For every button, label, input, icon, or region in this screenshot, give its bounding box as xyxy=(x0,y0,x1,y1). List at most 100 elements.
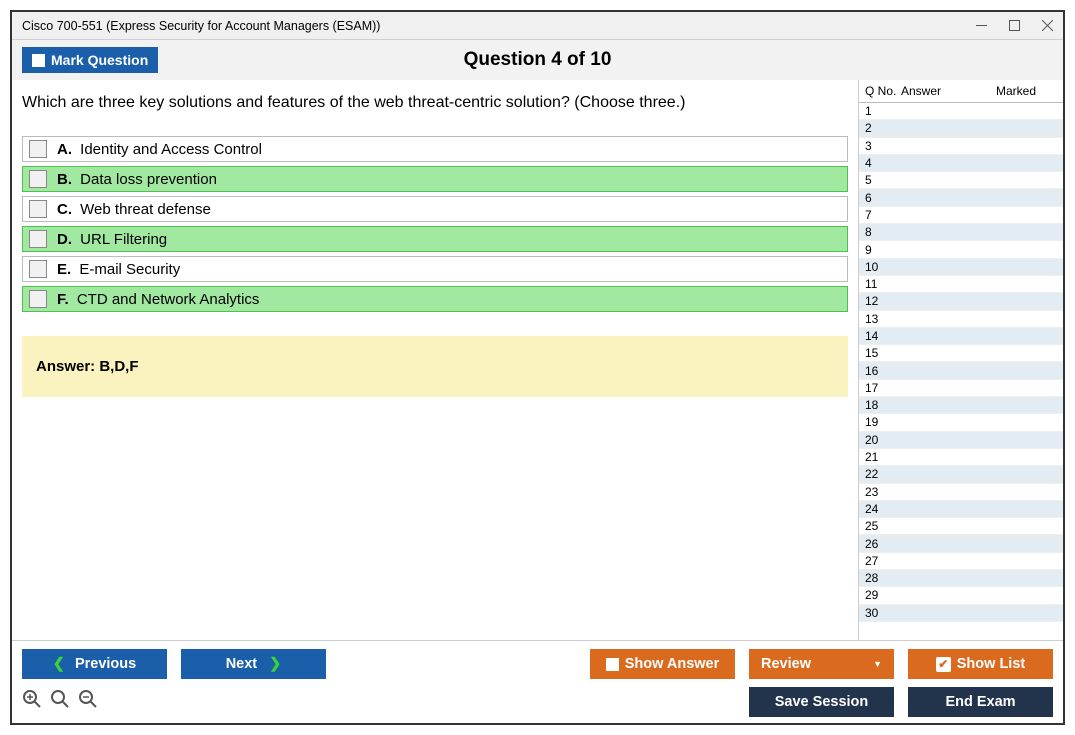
question-list-body[interactable]: 1234567891011121314151617181920212223242… xyxy=(859,103,1063,640)
option-text: A. Identity and Access Control xyxy=(57,141,262,158)
mark-question-button[interactable]: Mark Question xyxy=(22,47,158,73)
question-number: 17 xyxy=(859,381,901,395)
review-label: Review xyxy=(761,656,811,672)
question-list-row[interactable]: 1 xyxy=(859,103,1063,120)
question-list-row[interactable]: 13 xyxy=(859,311,1063,328)
option-checkbox[interactable] xyxy=(29,260,47,278)
window-controls xyxy=(976,20,1053,31)
show-list-button[interactable]: ✔ Show List xyxy=(908,649,1053,679)
question-number: 1 xyxy=(859,104,901,118)
zoom-in-icon[interactable] xyxy=(22,689,42,715)
question-list-row[interactable]: 25 xyxy=(859,518,1063,535)
question-list-row[interactable]: 19 xyxy=(859,414,1063,431)
question-list-panel: Q No. Answer Marked 12345678910111213141… xyxy=(858,80,1063,640)
question-list-row[interactable]: 12 xyxy=(859,293,1063,310)
option-f[interactable]: F. CTD and Network Analytics xyxy=(22,286,848,312)
answer-box: Answer: B,D,F xyxy=(22,336,848,397)
bottom-bar: ❮ Previous Next ❯ Show Answer Review ▼ xyxy=(12,640,1063,723)
titlebar: Cisco 700-551 (Express Security for Acco… xyxy=(12,12,1063,40)
question-list-row[interactable]: 17 xyxy=(859,380,1063,397)
zoom-reset-icon[interactable] xyxy=(50,689,70,715)
option-text: F. CTD and Network Analytics xyxy=(57,291,259,308)
question-number: 12 xyxy=(859,294,901,308)
question-list-row[interactable]: 23 xyxy=(859,484,1063,501)
question-number: 24 xyxy=(859,502,901,516)
question-list-row[interactable]: 18 xyxy=(859,397,1063,414)
question-list-row[interactable]: 22 xyxy=(859,466,1063,483)
question-list-row[interactable]: 29 xyxy=(859,587,1063,604)
zoom-out-icon[interactable] xyxy=(78,689,98,715)
question-number: 11 xyxy=(859,277,901,291)
question-list-row[interactable]: 20 xyxy=(859,432,1063,449)
option-checkbox[interactable] xyxy=(29,140,47,158)
question-number: 20 xyxy=(859,433,901,447)
question-list-row[interactable]: 14 xyxy=(859,328,1063,345)
option-a[interactable]: A. Identity and Access Control xyxy=(22,136,848,162)
question-number: 13 xyxy=(859,312,901,326)
question-text: Which are three key solutions and featur… xyxy=(22,94,848,112)
question-list-row[interactable]: 8 xyxy=(859,224,1063,241)
question-list-row[interactable]: 2 xyxy=(859,120,1063,137)
question-list-row[interactable]: 7 xyxy=(859,207,1063,224)
question-list-row[interactable]: 27 xyxy=(859,553,1063,570)
maximize-icon[interactable] xyxy=(1009,20,1020,31)
question-number: 7 xyxy=(859,208,901,222)
save-session-button[interactable]: Save Session xyxy=(749,687,894,717)
show-answer-button[interactable]: Show Answer xyxy=(590,649,735,679)
question-number: 2 xyxy=(859,121,901,135)
question-list-row[interactable]: 16 xyxy=(859,362,1063,379)
review-button[interactable]: Review ▼ xyxy=(749,649,894,679)
option-text: D. URL Filtering xyxy=(57,231,167,248)
option-checkbox[interactable] xyxy=(29,290,47,308)
end-exam-label: End Exam xyxy=(945,694,1015,710)
option-checkbox[interactable] xyxy=(29,170,47,188)
col-answer: Answer xyxy=(901,84,969,98)
question-number: 15 xyxy=(859,346,901,360)
question-list-row[interactable]: 24 xyxy=(859,501,1063,518)
chevron-right-icon: ❯ xyxy=(269,656,281,672)
window-title: Cisco 700-551 (Express Security for Acco… xyxy=(22,19,380,33)
show-answer-label: Show Answer xyxy=(625,656,720,672)
next-button[interactable]: Next ❯ xyxy=(181,649,326,679)
question-counter: Question 4 of 10 xyxy=(12,49,1063,71)
option-d[interactable]: D. URL Filtering xyxy=(22,226,848,252)
question-panel: Which are three key solutions and featur… xyxy=(12,80,858,640)
question-number: 18 xyxy=(859,398,901,412)
question-list-row[interactable]: 10 xyxy=(859,259,1063,276)
question-number: 25 xyxy=(859,519,901,533)
question-list-row[interactable]: 15 xyxy=(859,345,1063,362)
save-session-label: Save Session xyxy=(775,694,869,710)
question-list-row[interactable]: 3 xyxy=(859,138,1063,155)
next-label: Next xyxy=(226,656,257,672)
question-number: 23 xyxy=(859,485,901,499)
minimize-icon[interactable] xyxy=(976,20,987,31)
show-answer-icon xyxy=(606,658,619,671)
question-list-row[interactable]: 30 xyxy=(859,605,1063,622)
question-list-row[interactable]: 11 xyxy=(859,276,1063,293)
end-exam-button[interactable]: End Exam xyxy=(908,687,1053,717)
question-number: 19 xyxy=(859,415,901,429)
question-number: 10 xyxy=(859,260,901,274)
option-c[interactable]: C. Web threat defense xyxy=(22,196,848,222)
previous-label: Previous xyxy=(75,656,136,672)
option-b[interactable]: B. Data loss prevention xyxy=(22,166,848,192)
question-list-row[interactable]: 21 xyxy=(859,449,1063,466)
previous-button[interactable]: ❮ Previous xyxy=(22,649,167,679)
option-checkbox[interactable] xyxy=(29,200,47,218)
question-number: 30 xyxy=(859,606,901,620)
close-icon[interactable] xyxy=(1042,20,1053,31)
question-list-row[interactable]: 5 xyxy=(859,172,1063,189)
question-list-row[interactable]: 9 xyxy=(859,241,1063,258)
question-list-row[interactable]: 4 xyxy=(859,155,1063,172)
question-number: 22 xyxy=(859,467,901,481)
question-list-row[interactable]: 26 xyxy=(859,535,1063,552)
question-number: 16 xyxy=(859,364,901,378)
question-list-row[interactable]: 28 xyxy=(859,570,1063,587)
option-checkbox[interactable] xyxy=(29,230,47,248)
question-number: 3 xyxy=(859,139,901,153)
mark-question-label: Mark Question xyxy=(51,52,148,68)
chevron-down-icon: ▼ xyxy=(873,659,882,669)
option-e[interactable]: E. E-mail Security xyxy=(22,256,848,282)
question-list-row[interactable]: 6 xyxy=(859,189,1063,206)
question-number: 28 xyxy=(859,571,901,585)
